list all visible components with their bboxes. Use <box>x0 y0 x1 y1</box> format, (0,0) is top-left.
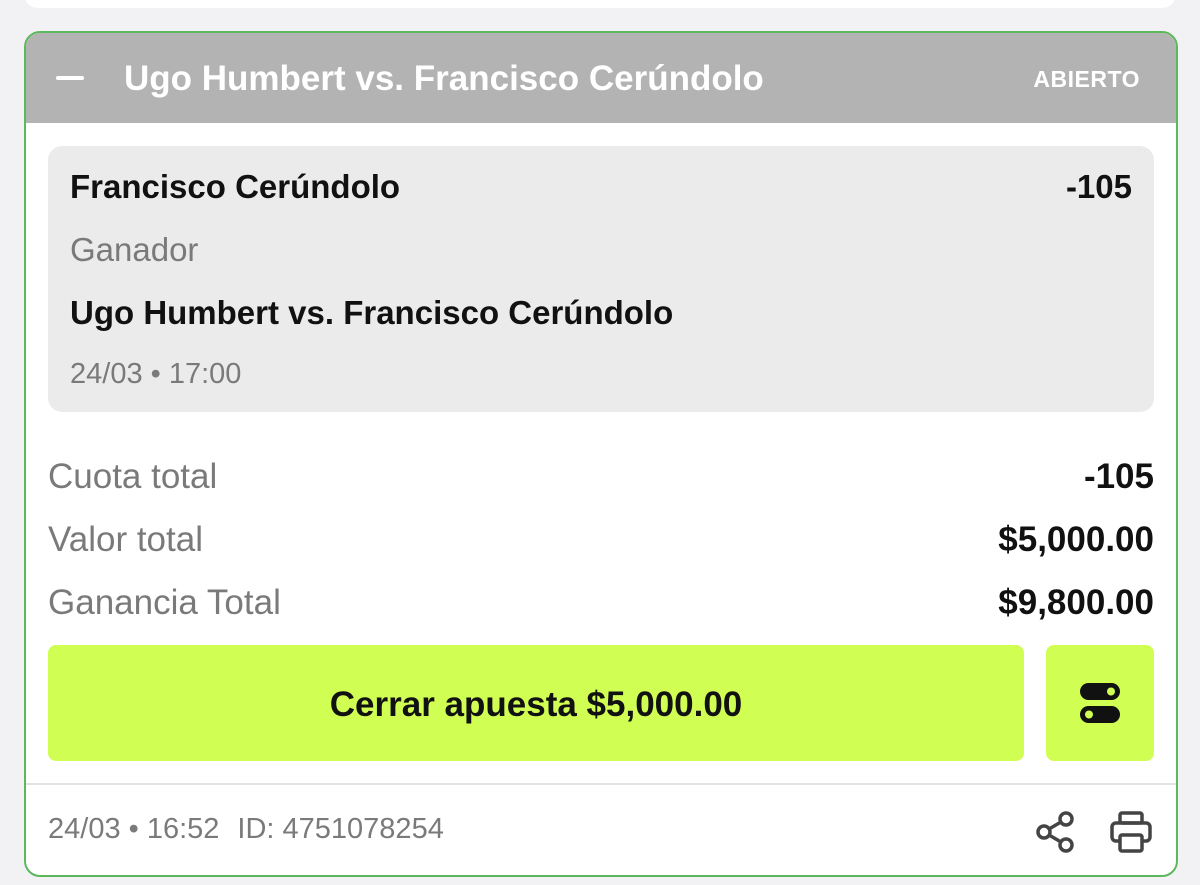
status-badge: ABIERTO <box>1033 66 1140 92</box>
selection-odds: -105 <box>1065 168 1132 205</box>
selection-name: Francisco Cerúndolo <box>70 168 401 205</box>
cashout-options-button[interactable] <box>1046 645 1154 761</box>
selection-market: Ganador <box>70 231 199 268</box>
footer-info: 24/03 • 16:52 ID: 4751078254 <box>48 813 444 846</box>
selection-datetime: 24/03 • 17:00 <box>70 358 242 390</box>
summary-value: $5,000.00 <box>998 520 1154 559</box>
cashout-button-label: Cerrar apuesta $5,000.00 <box>329 685 743 724</box>
bet-id: ID: 4751078254 <box>237 813 444 845</box>
summary-row-total-stake: Valor total $5,000.00 <box>48 520 1154 560</box>
summary-row-total-winnings: Ganancia Total $9,800.00 <box>48 583 1154 623</box>
previous-card-edge <box>24 0 1176 8</box>
toggle-icon <box>1080 683 1120 723</box>
summary-label: Ganancia Total <box>48 583 281 622</box>
summary-value: -105 <box>1083 457 1154 496</box>
selection-event: Ugo Humbert vs. Francisco Cerúndolo <box>70 294 674 331</box>
bet-placed-datetime: 24/03 • 16:52 <box>48 813 220 845</box>
collapse-icon[interactable] <box>56 76 84 80</box>
cashout-button[interactable]: Cerrar apuesta $5,000.00 <box>48 645 1024 761</box>
summary-label: Valor total <box>48 520 203 559</box>
event-title: Ugo Humbert vs. Francisco Cerúndolo <box>124 59 764 98</box>
share-icon[interactable] <box>1032 809 1078 855</box>
summary-value: $9,800.00 <box>998 583 1154 622</box>
print-icon[interactable] <box>1108 809 1154 855</box>
selection-panel: Francisco Cerúndolo -105 Ganador Ugo Hum… <box>48 146 1154 412</box>
bet-card: Ugo Humbert vs. Francisco Cerúndolo ABIE… <box>24 31 1178 877</box>
bet-card-header[interactable]: Ugo Humbert vs. Francisco Cerúndolo ABIE… <box>26 33 1176 123</box>
summary-row-total-odds: Cuota total -105 <box>48 457 1154 497</box>
footer-divider <box>26 783 1176 785</box>
summary-label: Cuota total <box>48 457 218 496</box>
